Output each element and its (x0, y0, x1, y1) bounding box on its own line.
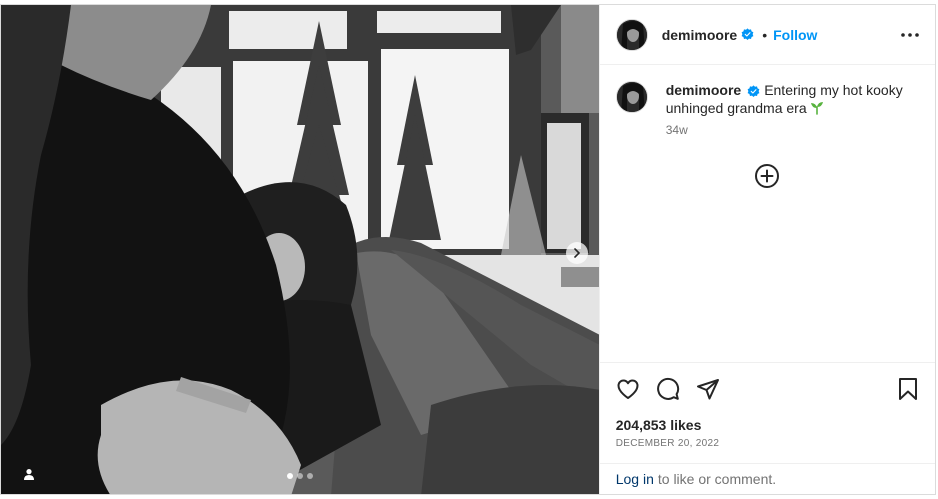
post-header: demimoore • Follow (599, 5, 935, 65)
caption-username[interactable]: demimoore (666, 82, 741, 98)
tagged-users-button[interactable] (15, 460, 43, 488)
plus-circle-icon (754, 164, 779, 188)
like-button[interactable] (616, 377, 640, 401)
avatar-image (616, 82, 647, 112)
carousel-next-button[interactable] (566, 242, 588, 264)
post-media[interactable] (1, 5, 599, 494)
heart-icon (617, 379, 639, 399)
share-icon (696, 379, 719, 400)
more-options-button[interactable] (901, 32, 919, 37)
post-photo (1, 5, 599, 494)
seedling-icon (810, 102, 823, 115)
comment-icon (656, 377, 679, 400)
verified-badge-icon (747, 85, 760, 97)
save-button[interactable] (897, 377, 919, 401)
actions-block: 204,853 likes DECEMBER 20, 2022 (599, 362, 935, 463)
login-link[interactable]: Log in (616, 471, 654, 487)
caption-text-block: demimoore Entering my hot kooky unhinged… (666, 81, 906, 117)
share-button[interactable] (696, 377, 720, 401)
action-bar (616, 363, 919, 415)
carousel-dot (296, 473, 303, 479)
header-separator: • (762, 26, 768, 43)
author-username[interactable]: demimoore (662, 27, 737, 43)
follow-button[interactable]: Follow (773, 27, 817, 43)
carousel-indicator (286, 473, 313, 479)
instagram-post: demimoore • Follow demimoore Entering my… (0, 4, 936, 495)
likes-count[interactable]: 204,853 likes (616, 417, 919, 433)
caption-avatar[interactable] (615, 81, 648, 113)
post-side-panel: demimoore • Follow demimoore Entering my… (598, 5, 935, 494)
avatar[interactable] (615, 18, 648, 51)
load-more-comments-button[interactable] (754, 163, 780, 189)
verified-badge-icon (741, 28, 754, 41)
avatar-image (616, 19, 647, 50)
user-tag-icon (24, 469, 34, 480)
comments-section: demimoore Entering my hot kooky unhinged… (600, 65, 935, 362)
login-prompt: Log in to like or comment. (599, 463, 935, 494)
chevron-right-icon (574, 248, 581, 258)
caption-row: demimoore Entering my hot kooky unhinged… (615, 81, 919, 137)
bookmark-icon (899, 378, 917, 400)
carousel-dot (306, 473, 313, 479)
caption-timestamp[interactable]: 34w (666, 123, 906, 137)
caption-body: demimoore Entering my hot kooky unhinged… (666, 81, 906, 137)
post-date[interactable]: DECEMBER 20, 2022 (616, 438, 919, 449)
carousel-dot-active (286, 473, 293, 479)
comment-button[interactable] (656, 377, 680, 401)
more-options-icon (901, 32, 919, 37)
login-prompt-text: to like or comment. (657, 471, 777, 487)
